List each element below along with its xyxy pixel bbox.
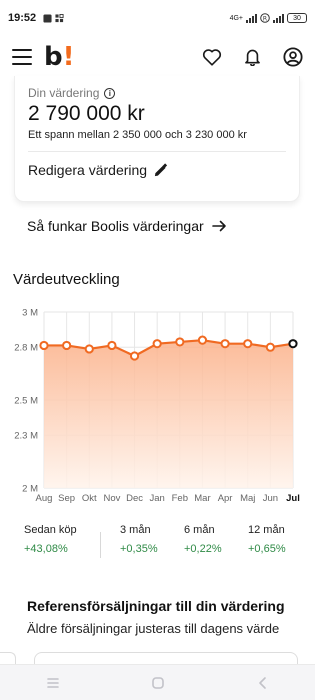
profile-icon[interactable]	[283, 47, 303, 67]
chart-point	[220, 339, 230, 349]
x-tick-label: Nov	[103, 493, 120, 504]
notification-icon	[43, 13, 52, 23]
x-tick-label: Aug	[36, 493, 53, 504]
how-valuations-work-link[interactable]: Så funkar Boolis värderingar	[27, 218, 227, 234]
chart-point	[152, 339, 162, 349]
stat-label: Sedan köp	[24, 524, 77, 536]
x-tick-label: Jul	[286, 493, 300, 504]
y-tick-label: 3 M	[22, 308, 38, 319]
stats-row: Sedan köp +43,08% 3 mån +0,35% 6 mån +0,…	[0, 524, 315, 564]
chart-point	[62, 340, 72, 351]
svg-text:R: R	[263, 15, 267, 22]
valuation-label: Din värdering	[28, 86, 100, 100]
x-tick-label: Maj	[240, 493, 255, 504]
menu-icon[interactable]	[12, 49, 32, 65]
x-tick-label: Okt	[82, 493, 97, 504]
stat-value: +0,22%	[184, 543, 222, 555]
boolis-logo[interactable]: b!	[44, 44, 74, 70]
valuation-card: Din värdering i 2 790 000 kr Ett spann m…	[14, 76, 300, 202]
heart-icon[interactable]	[202, 48, 222, 66]
logo-mark: !	[62, 42, 75, 72]
network-label: 4G+	[229, 14, 243, 22]
arrow-right-icon	[211, 220, 226, 232]
chart-point	[197, 335, 208, 345]
value-chart: 3 M 2.8 M 2.5 M 2.3 M2 M Aug Sep Okt Nov Dec Jan F…	[0, 300, 315, 510]
card-divider	[28, 151, 286, 152]
x-tick-label: Dec	[126, 493, 143, 504]
info-icon[interactable]: i	[104, 87, 116, 99]
stat-12-months: 12 mån +0,65%	[248, 524, 286, 555]
stat-label: 12 mån	[248, 524, 285, 536]
stat-value: +0,65%	[248, 543, 286, 555]
home-icon[interactable]	[151, 676, 165, 690]
how-link-label: Så funkar Boolis värderingar	[27, 218, 204, 234]
stat-divider	[100, 532, 101, 558]
reference-sales-title: Referensförsäljningar till din värdering	[27, 598, 285, 614]
stat-6-months: 6 mån +0,22%	[184, 524, 222, 555]
chart-point	[129, 351, 140, 361]
chart-point	[107, 340, 117, 351]
signal-icon	[246, 13, 257, 23]
x-tick-label: Jan	[150, 493, 165, 504]
valuation-value: 2 790 000 kr	[28, 102, 145, 125]
y-tick-label: 2.3 M	[14, 431, 38, 442]
chart-point	[39, 340, 49, 351]
pencil-icon	[154, 162, 168, 176]
x-tick-label: Apr	[218, 493, 233, 504]
stat-since-purchase: Sedan köp +43,08%	[24, 524, 77, 555]
x-tick-label: Jun	[263, 493, 278, 504]
status-time: 19:52	[8, 12, 37, 24]
stat-value: +0,35%	[120, 543, 158, 555]
grid-app-icon	[55, 13, 64, 22]
value-development-title: Värdeutveckling	[13, 271, 120, 288]
app-bar: b!	[0, 36, 315, 78]
back-icon[interactable]	[256, 676, 270, 690]
stat-value: +43,08%	[24, 543, 68, 555]
edit-valuation-label: Redigera värdering	[28, 162, 148, 178]
battery-icon: 30	[287, 13, 307, 23]
y-tick-label: 2.8 M	[14, 343, 38, 354]
x-tick-label: Feb	[172, 493, 188, 504]
status-indicators: 4G+ R 30	[230, 13, 307, 23]
value-chart-svg: 3 M2.8 M2.5 M2.3 M2 MAug Sep Okt Nov Dec Jan F…	[14, 308, 300, 505]
chart-point	[243, 339, 253, 349]
signal-icon-2	[273, 13, 284, 23]
stat-3-months: 3 mån +0,35%	[120, 524, 158, 555]
chart-point	[288, 339, 298, 349]
x-tick-label: Sep	[58, 493, 75, 504]
valuation-label-row: Din värdering i	[28, 86, 286, 100]
recents-icon[interactable]	[46, 677, 60, 689]
chart-area-fill	[44, 340, 293, 488]
system-nav-bar	[0, 664, 315, 700]
edit-valuation-button[interactable]: Redigera värdering	[28, 162, 286, 178]
reference-sales-subtitle: Äldre försäljningar justeras till dagens…	[27, 621, 280, 636]
registered-icon: R	[260, 13, 270, 23]
bell-icon[interactable]	[244, 48, 261, 66]
chart-point	[265, 342, 275, 352]
valuation-range: Ett spann mellan 2 350 000 och 3 230 000…	[28, 129, 247, 141]
x-tick-label: Mar	[194, 493, 210, 504]
status-bar: 19:52 4G+ R 30	[0, 0, 315, 36]
stat-label: 6 mån	[184, 524, 215, 536]
chart-point	[84, 344, 94, 354]
y-tick-label: 2.5 M	[14, 396, 38, 407]
chart-point	[175, 337, 185, 347]
logo-letter: b	[44, 42, 63, 72]
battery-level: 30	[293, 14, 301, 22]
stat-label: 3 mån	[120, 524, 151, 536]
